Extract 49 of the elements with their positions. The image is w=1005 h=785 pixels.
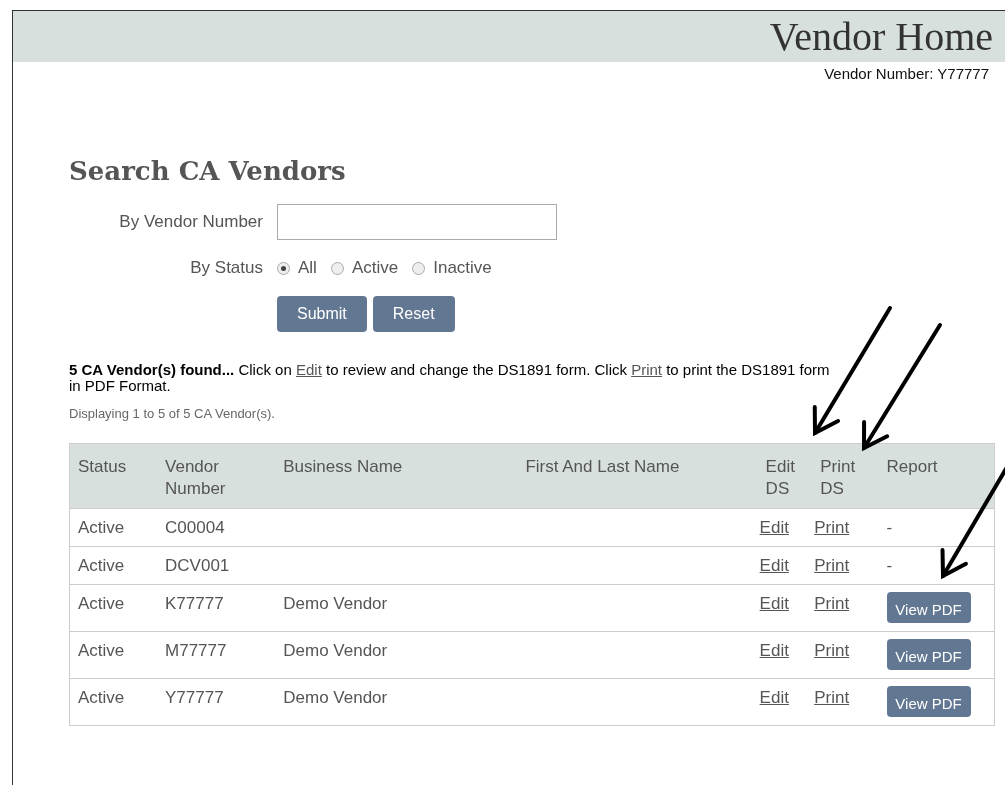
empty-dash: - xyxy=(886,556,893,575)
table-cell: C00004 xyxy=(157,508,276,547)
table-cell: Demo Vendor xyxy=(275,678,518,726)
table-cell: Demo Vendor xyxy=(275,584,518,632)
table-cell: Y77777 xyxy=(157,678,276,726)
table-cell: Active xyxy=(69,546,158,585)
page-title: Vendor Home xyxy=(769,13,993,60)
table-cell: Active xyxy=(69,508,158,547)
section-title: Search CA Vendors xyxy=(69,156,347,186)
column-header: Report xyxy=(878,443,995,509)
print-link[interactable]: Print xyxy=(814,518,850,537)
radio-label: Active xyxy=(351,258,399,278)
edit-link[interactable]: Edit xyxy=(759,556,789,575)
table-cell: Active xyxy=(69,631,158,679)
table-cell: DCV001 xyxy=(157,546,276,585)
edit-link[interactable]: Edit xyxy=(759,641,789,660)
print-link[interactable]: Print xyxy=(814,594,850,613)
reset-button[interactable]: Reset xyxy=(372,296,455,332)
print-link[interactable]: Print xyxy=(814,688,850,707)
print-link[interactable]: Print xyxy=(814,641,850,660)
results-message: 5 CA Vendor(s) found... Click on Edit to review and change the DS1891 form. Click Print to print the DS1891 form in PDF Format. xyxy=(69,362,831,394)
edit-link[interactable]: Edit xyxy=(759,518,789,537)
print-link[interactable]: Print xyxy=(814,556,850,575)
table-cell: Demo Vendor xyxy=(275,631,518,679)
column-header: Print DS xyxy=(812,443,879,509)
table-cell: Active xyxy=(69,584,158,632)
submit-button[interactable]: Submit xyxy=(277,296,367,332)
inline-link[interactable]: Print xyxy=(631,361,662,378)
view-pdf-button[interactable]: View PDF xyxy=(886,592,971,623)
empty-dash: - xyxy=(886,518,893,537)
table-cell: Active xyxy=(69,678,158,726)
field-label: By Status xyxy=(189,258,263,278)
view-pdf-button[interactable]: View PDF xyxy=(886,639,971,670)
inline-link[interactable]: Edit xyxy=(295,361,322,378)
column-header: Vendor Number xyxy=(157,443,276,509)
edit-link[interactable]: Edit xyxy=(759,594,789,613)
field-label: By Vendor Number xyxy=(118,212,263,232)
results-count: Displaying 1 to 5 of 5 CA Vendor(s). xyxy=(69,406,276,421)
column-header: Status xyxy=(69,443,158,509)
column-header: First And Last Name xyxy=(517,443,758,509)
vendor-number-text: Vendor Number: Y77777 xyxy=(823,64,990,82)
radio-label: All xyxy=(298,258,317,278)
table-cell: K77777 xyxy=(157,584,276,632)
column-header: Edit DS xyxy=(757,443,813,509)
radio-label: Inactive xyxy=(433,258,492,278)
view-pdf-button[interactable]: View PDF xyxy=(886,686,971,717)
edit-link[interactable]: Edit xyxy=(759,688,789,707)
table-cell: M77777 xyxy=(157,631,276,679)
column-header: Business Name xyxy=(275,443,518,509)
